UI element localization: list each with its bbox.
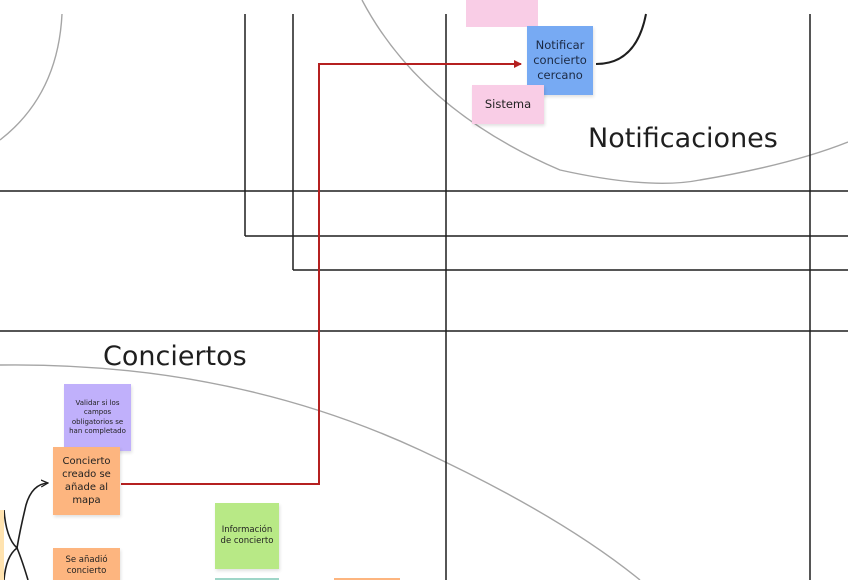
sticky-note-sistema-text: Sistema <box>484 97 532 111</box>
sticky-note-validar[interactable]: Validar si los campos obligatorios se ha… <box>64 384 131 451</box>
sticky-note-informacion[interactable]: Información de concierto <box>215 503 279 569</box>
whiteboard-canvas[interactable]: Notificaciones Conciertos Notificar conc… <box>0 0 848 580</box>
red-arrow-connector[interactable] <box>121 60 522 485</box>
zone-circle-notificaciones-arc <box>361 0 848 185</box>
sticky-note-pink-top[interactable] <box>466 0 538 27</box>
sticky-note-concierto-creado[interactable]: Concierto creado se añade al mapa <box>53 447 120 515</box>
brace-connector <box>3 509 19 580</box>
sticky-note-se-anadio[interactable]: Se añadió concierto <box>53 548 120 580</box>
connector-layer <box>0 0 848 580</box>
sticky-note-validar-text: Validar si los campos obligatorios se ha… <box>69 398 126 436</box>
brace-arrow-to-anadio[interactable] <box>16 547 29 580</box>
sticky-note-concierto-creado-text: Concierto creado se añade al mapa <box>62 456 111 506</box>
sticky-note-notificar-text: Notificar concierto cercano <box>533 38 587 82</box>
zone-circle-left-arc <box>0 13 63 141</box>
zone-title-conciertos[interactable]: Conciertos <box>103 343 247 370</box>
zone-title-notificaciones[interactable]: Notificaciones <box>588 125 778 152</box>
sticky-note-se-anadio-text: Se añadió concierto <box>65 555 108 576</box>
sticky-note-informacion-text: Información de concierto <box>220 525 274 546</box>
sticky-note-left-edge[interactable] <box>0 510 4 580</box>
sticky-note-sistema[interactable]: Sistema <box>472 85 544 124</box>
brace-arrow-to-creado[interactable] <box>16 483 48 549</box>
curve-connector-notificar[interactable] <box>595 13 647 65</box>
